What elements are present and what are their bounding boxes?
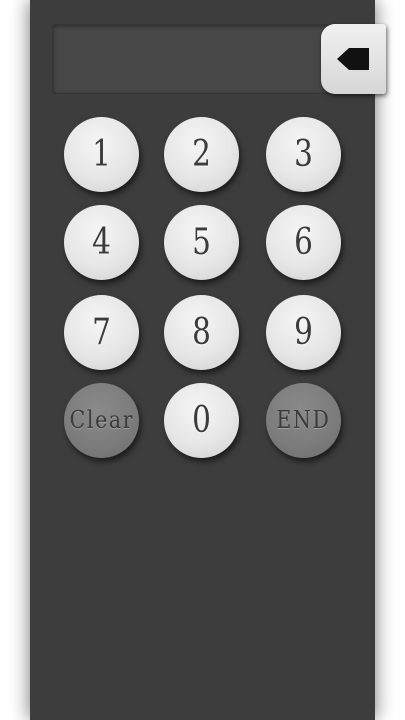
key-5-label: 5 xyxy=(192,222,211,263)
key-4-label: 4 xyxy=(92,222,111,263)
key-6-label: 6 xyxy=(294,222,313,263)
key-8[interactable]: 8 xyxy=(164,295,239,370)
key-3[interactable]: 3 xyxy=(266,117,341,192)
number-display[interactable] xyxy=(52,24,342,94)
key-7[interactable]: 7 xyxy=(64,295,139,370)
end-button[interactable]: END xyxy=(266,383,341,458)
key-2[interactable]: 2 xyxy=(164,117,239,192)
backspace-button[interactable] xyxy=(321,24,386,94)
key-1[interactable]: 1 xyxy=(64,117,139,192)
app-screen: 1 2 3 4 5 6 7 8 9 Clear 0 END xyxy=(0,0,405,720)
key-0[interactable]: 0 xyxy=(164,383,239,458)
key-1-label: 1 xyxy=(92,134,111,175)
backspace-icon xyxy=(337,48,369,70)
key-8-label: 8 xyxy=(192,312,211,353)
key-3-label: 3 xyxy=(294,134,313,175)
key-5[interactable]: 5 xyxy=(164,205,239,280)
end-button-label: END xyxy=(276,406,331,434)
key-9-label: 9 xyxy=(294,312,313,353)
key-9[interactable]: 9 xyxy=(266,295,341,370)
clear-button[interactable]: Clear xyxy=(64,383,139,458)
key-2-label: 2 xyxy=(192,134,211,175)
clear-button-label: Clear xyxy=(69,406,135,434)
key-6[interactable]: 6 xyxy=(266,205,341,280)
key-4[interactable]: 4 xyxy=(64,205,139,280)
key-0-label: 0 xyxy=(192,400,211,441)
key-7-label: 7 xyxy=(92,312,111,353)
